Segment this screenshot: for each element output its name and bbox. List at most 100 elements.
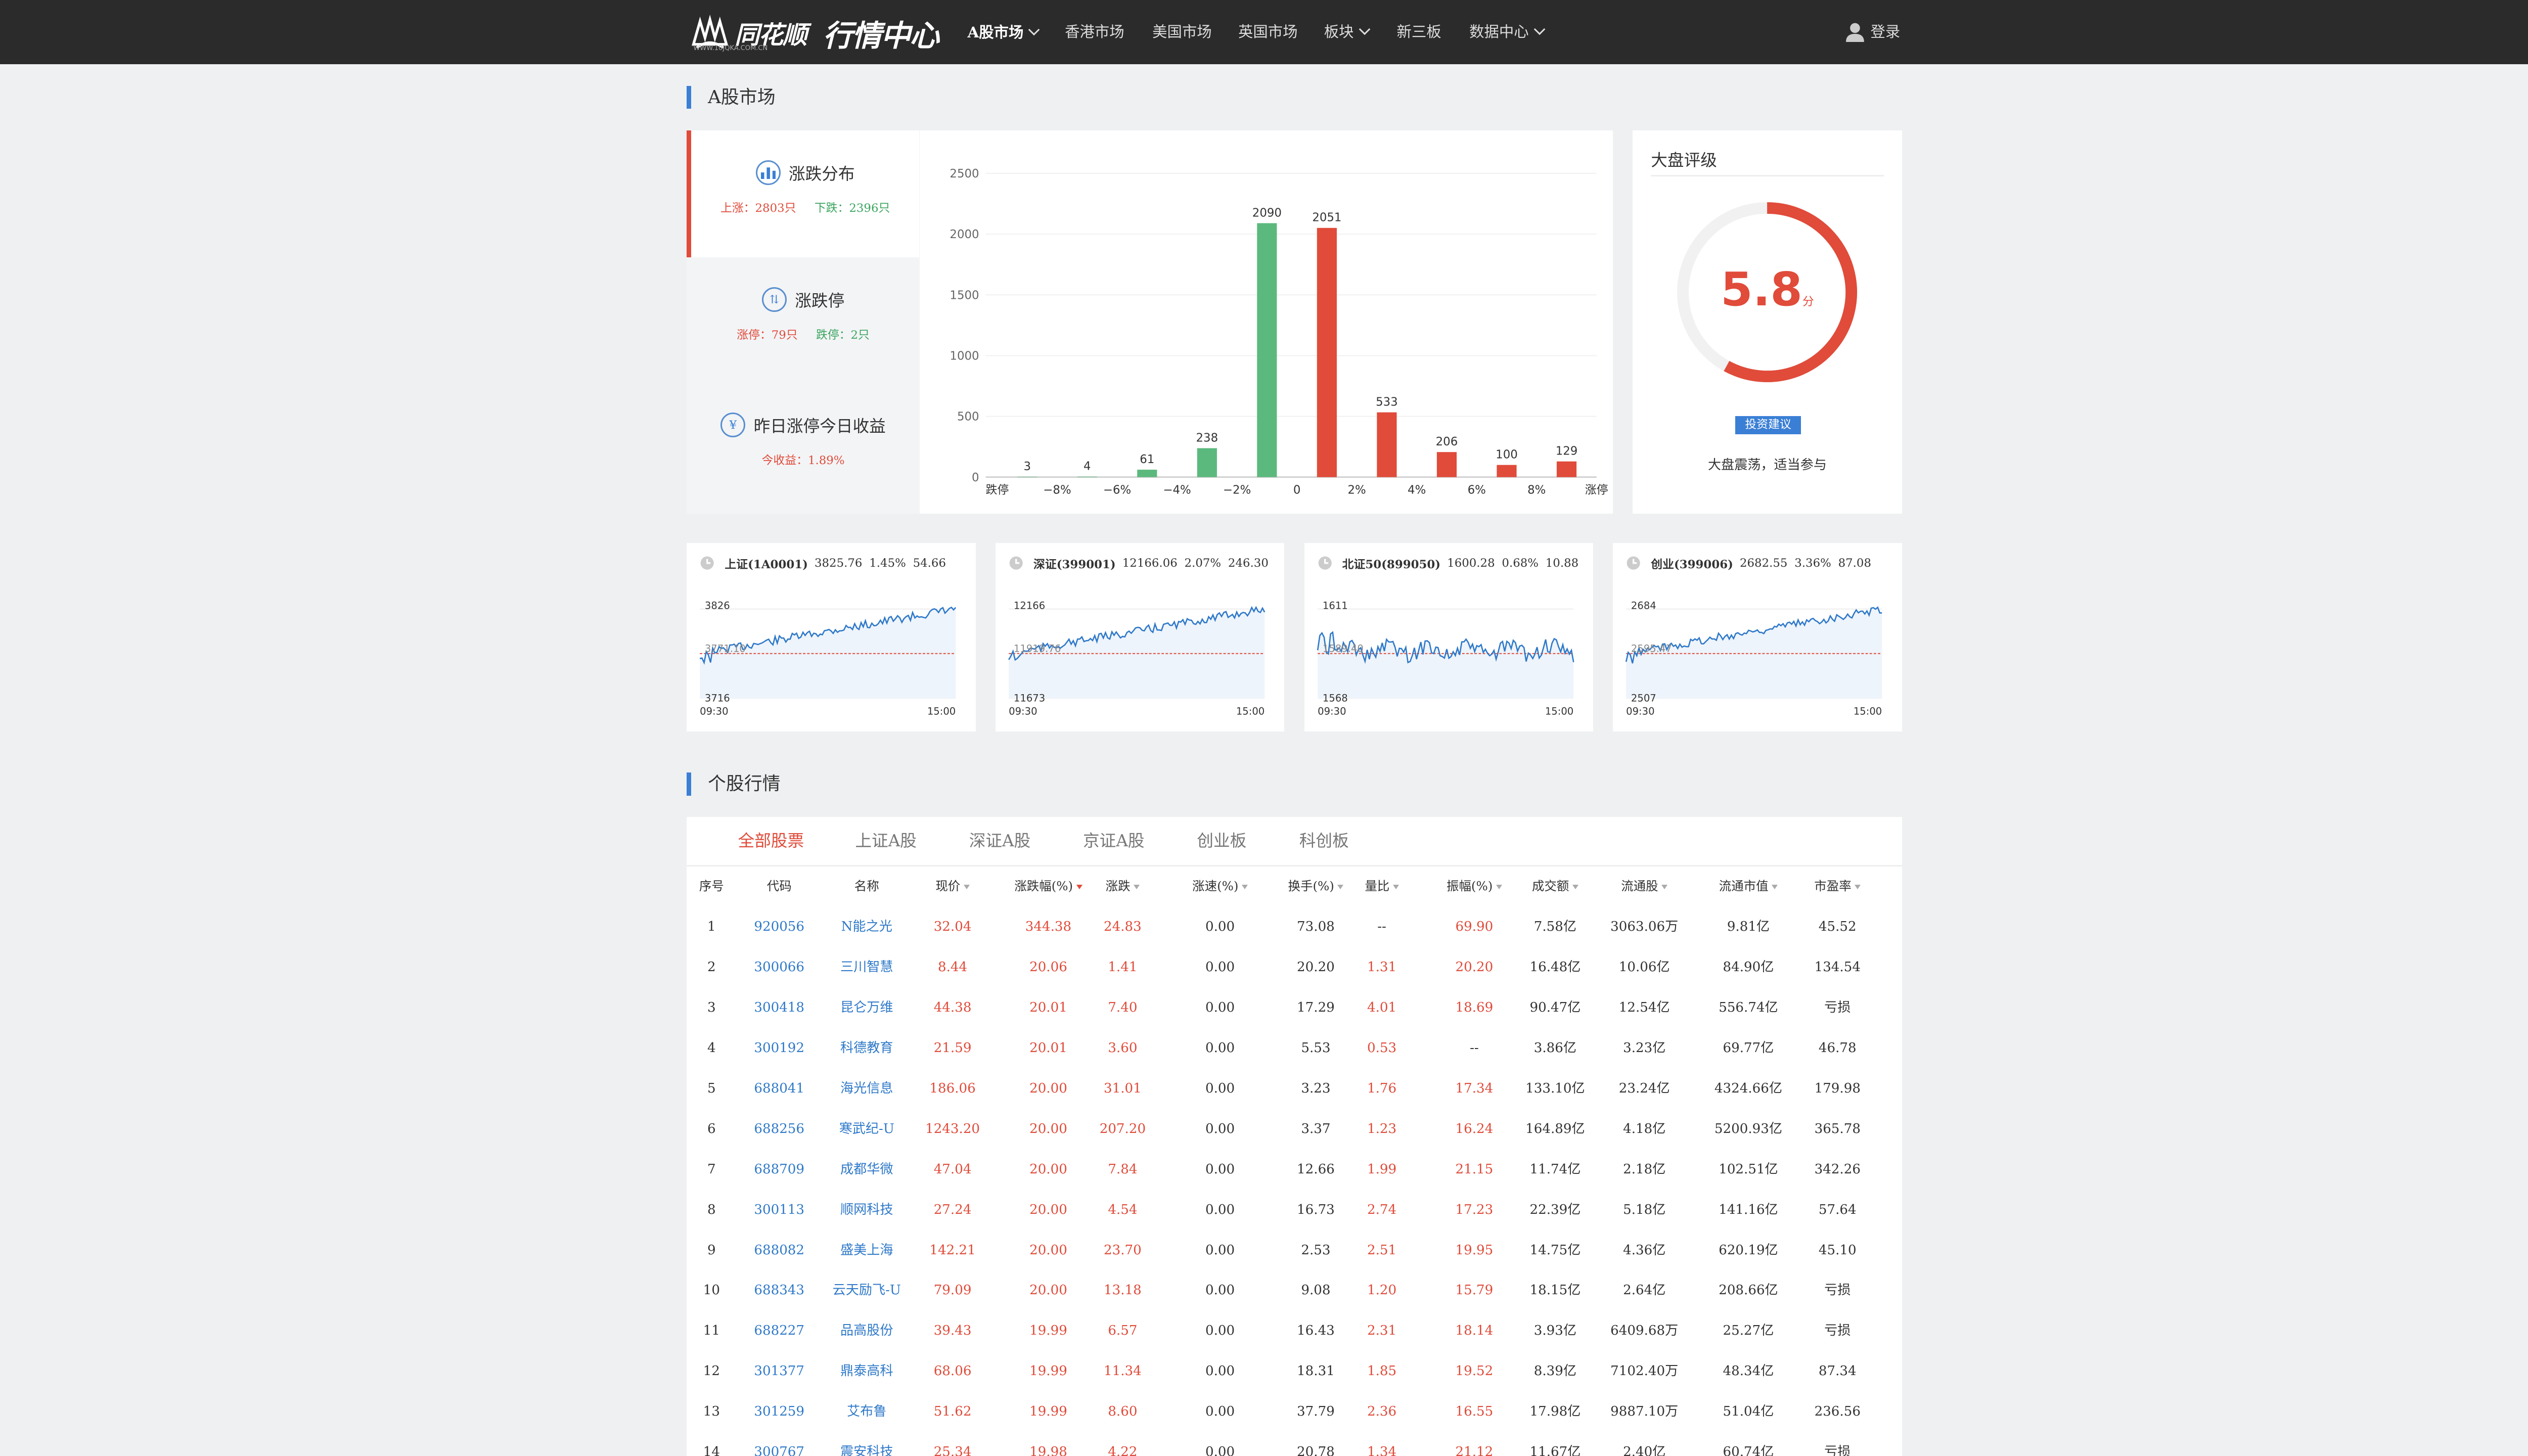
col-code-cell[interactable]: 300192 <box>730 1028 829 1068</box>
table-row[interactable]: 6 688256 寒武纪-U 1243.20 20.00 207.20 0.00 3.37 1.… <box>687 1109 1902 1149</box>
col-amount-cell: 133.10亿 <box>1525 1080 1585 1096</box>
col-name-cell[interactable]: 艾布鲁 <box>819 1391 915 1432</box>
col-code-cell[interactable]: 301377 <box>730 1351 829 1391</box>
col-float-shares-header[interactable]: 流通股 <box>1598 867 1691 906</box>
col-name-cell[interactable]: 科德教育 <box>819 1028 915 1068</box>
sort-arrow-icon <box>963 885 970 889</box>
stat-limit-up-down[interactable]: ⇅ 涨跌停 涨停：79只 跌停：2只 <box>687 257 919 384</box>
col-name-cell[interactable]: 海光信息 <box>819 1068 915 1109</box>
bar[interactable] <box>1436 452 1457 477</box>
col-amount-cell: 164.89亿 <box>1525 1121 1585 1136</box>
bar[interactable] <box>1137 470 1157 477</box>
col-code-cell[interactable]: 300113 <box>730 1190 829 1230</box>
login-button[interactable]: 登录 <box>1845 0 1900 64</box>
col-code-cell[interactable]: 301259 <box>730 1391 829 1432</box>
col-name-cell[interactable]: 寒武纪-U <box>819 1109 915 1149</box>
col-speed-cell: 0.00 <box>1205 1080 1235 1096</box>
index-end-time: 15:00 <box>1236 706 1265 717</box>
bar[interactable] <box>1257 223 1277 477</box>
col-code-cell[interactable]: 688256 <box>730 1109 829 1149</box>
col-float-shares-cell: 10.06亿 <box>1618 959 1670 975</box>
table-row[interactable]: 12 301377 鼎泰高科 68.06 19.99 11.34 0.00 18.31 1.85… <box>687 1351 1902 1391</box>
col-change-pct-header[interactable]: 涨跌幅(%) <box>1004 867 1093 906</box>
tab-chinext[interactable]: 创业板 <box>1197 817 1246 865</box>
col-pe-header[interactable]: 市盈率 <box>1806 867 1869 906</box>
stat-rise-fall-distribution[interactable]: 涨跌分布 上涨：2803只 下跌：2396只 <box>687 130 919 258</box>
tab-sz-a[interactable]: 深证A股 <box>969 817 1031 865</box>
column-label: 涨跌 <box>1105 879 1131 894</box>
col-name-cell[interactable]: 鼎泰高科 <box>819 1351 915 1391</box>
col-pe-cell: 342.26 <box>1814 1161 1861 1177</box>
bar[interactable] <box>1556 461 1576 477</box>
col-change-header[interactable]: 涨跌 <box>1093 867 1153 906</box>
bar[interactable] <box>1197 448 1217 477</box>
stat-yesterday-limit-up-return[interactable]: ¥ 昨日涨停今日收益 今收益：1.89% <box>687 385 919 514</box>
col-vol-ratio-cell: 1.20 <box>1367 1283 1397 1298</box>
col-code-cell[interactable]: 688082 <box>730 1230 829 1270</box>
col-name-cell[interactable]: 震安科技 <box>819 1432 915 1456</box>
table-row[interactable]: 13 301259 艾布鲁 51.62 19.99 8.60 0.00 37.79 2.36 16… <box>687 1391 1902 1432</box>
col-turnover-header[interactable]: 换手(%) <box>1271 867 1360 906</box>
column-label: 涨速(%) <box>1192 879 1239 894</box>
col-code-cell[interactable]: 688227 <box>730 1310 829 1351</box>
col-name-cell[interactable]: 品高股份 <box>819 1310 915 1351</box>
table-row[interactable]: 2 300066 三川智慧 8.44 20.06 1.41 0.00 20.20 1.31 20.… <box>687 947 1902 987</box>
col-name-cell[interactable]: 三川智慧 <box>819 947 915 987</box>
stat-title-text: 涨跌分布 <box>789 164 855 184</box>
index-card[interactable]: 北证50(899050) 1600.28 0.68% 10.88 1611 1589.… <box>1304 543 1593 732</box>
table-row[interactable]: 11 688227 品高股份 39.43 19.99 6.57 0.00 16.43 2.31 1… <box>687 1310 1902 1351</box>
index-prev-close-label: 3771.10 <box>705 643 746 655</box>
nav-item-a-share[interactable]: A股市场 <box>967 0 1040 64</box>
col-code-cell[interactable]: 920056 <box>730 906 829 947</box>
index-card[interactable]: 深证(399001) 12166.06 2.07% 246.30 12166 1191… <box>995 543 1285 732</box>
tab-bj-a[interactable]: 京证A股 <box>1083 817 1145 865</box>
table-row[interactable]: 7 688709 成都华微 47.04 20.00 7.84 0.00 12.66 1.99 21… <box>687 1149 1902 1190</box>
col-name-cell[interactable]: N能之光 <box>819 906 915 947</box>
col-name-cell[interactable]: 成都华微 <box>819 1149 915 1190</box>
tab-star[interactable]: 科创板 <box>1299 817 1349 865</box>
col-name-cell[interactable]: 顺网科技 <box>819 1190 915 1230</box>
col-code-cell[interactable]: 300418 <box>730 987 829 1028</box>
col-change-pct-cell: 20.00 <box>1029 1202 1067 1217</box>
col-amplitude-header[interactable]: 振幅(%) <box>1436 867 1512 906</box>
table-row[interactable]: 9 688082 盛美上海 142.21 20.00 23.70 0.00 2.53 2.51 1… <box>687 1230 1902 1270</box>
bar[interactable] <box>1377 412 1397 477</box>
nav-item-uk-market[interactable]: 英国市场 <box>1238 0 1298 64</box>
bar[interactable] <box>1497 465 1517 477</box>
nav-item-data-center[interactable]: 数据中心 <box>1469 0 1546 64</box>
index-card[interactable]: 创业(399006) 2682.55 3.36% 87.08 2684 2595.47… <box>1613 543 1902 732</box>
col-code-cell[interactable]: 300767 <box>730 1432 829 1456</box>
col-speed-header[interactable]: 涨速(%) <box>1182 867 1258 906</box>
table-row[interactable]: 10 688343 云天励飞-U 79.09 20.00 13.18 0.00 9.08 1.2… <box>687 1270 1902 1310</box>
col-vol-ratio-header[interactable]: 量比 <box>1364 867 1400 906</box>
limit-up-count: 涨停：79只 <box>737 329 798 342</box>
table-row[interactable]: 14 300767 震安科技 25.34 19.98 4.22 0.00 20.78 1.34 2… <box>687 1432 1902 1456</box>
nav-item-neeq[interactable]: 新三板 <box>1396 0 1441 64</box>
col-name-cell[interactable]: 云天励飞-U <box>819 1270 915 1310</box>
logo[interactable]: 同花顺 行情中心 WWW.10JQKA.COM.CN <box>690 13 939 53</box>
col-code-cell[interactable]: 300066 <box>730 947 829 987</box>
col-float-cap-header[interactable]: 流通市值 <box>1700 867 1796 906</box>
nav-item-sectors[interactable]: 板块 <box>1324 0 1370 64</box>
table-row[interactable]: 1 920056 N能之光 32.04 344.38 24.83 0.00 73.08 -- 69… <box>687 906 1902 947</box>
col-name-cell[interactable]: 盛美上海 <box>819 1230 915 1270</box>
table-row[interactable]: 3 300418 昆仑万维 44.38 20.01 7.40 0.00 17.29 4.01 18… <box>687 987 1902 1028</box>
table-row[interactable]: 8 300113 顺网科技 27.24 20.00 4.54 0.00 16.73 2.74 17… <box>687 1190 1902 1230</box>
col-float-cap-cell: 9.81亿 <box>1727 919 1770 934</box>
nav-item-us-market[interactable]: 美国市场 <box>1152 0 1212 64</box>
index-card[interactable]: 上证(1A0001) 3825.76 1.45% 54.66 3826 3771.10… <box>687 543 976 732</box>
col-price-header[interactable]: 现价 <box>925 867 981 906</box>
tab-sh-a[interactable]: 上证A股 <box>855 817 917 865</box>
table-row[interactable]: 4 300192 科德教育 21.59 20.01 3.60 0.00 5.53 0.53 -- 3… <box>687 1028 1902 1068</box>
nav-item-hk-market[interactable]: 香港市场 <box>1065 0 1124 64</box>
table-row[interactable]: 5 688041 海光信息 186.06 20.00 31.01 0.00 3.23 1.76 1… <box>687 1068 1902 1109</box>
x-tick-label: −4% <box>1163 483 1191 496</box>
tab-all-stocks[interactable]: 全部股票 <box>738 817 804 865</box>
col-code-cell[interactable]: 688709 <box>730 1149 829 1190</box>
col-code-cell[interactable]: 688041 <box>730 1068 829 1109</box>
col-code-cell[interactable]: 688343 <box>730 1270 829 1310</box>
bar[interactable] <box>1317 228 1337 477</box>
stat-sub: 上涨：2803只 下跌：2396只 <box>691 198 919 215</box>
col-amount-header[interactable]: 成交额 <box>1516 867 1595 906</box>
col-name-cell[interactable]: 昆仑万维 <box>819 987 915 1028</box>
